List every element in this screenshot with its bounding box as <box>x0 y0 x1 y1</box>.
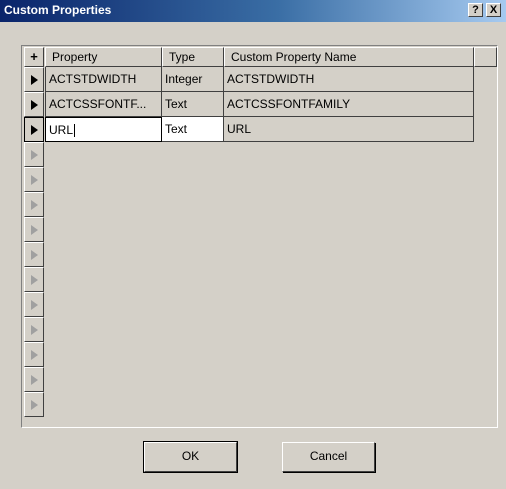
row-pointer-icon <box>31 150 38 160</box>
cancel-button[interactable]: Cancel <box>282 442 375 472</box>
dialog-titlebar: Custom Properties ? X <box>0 0 506 22</box>
row-pointer-icon <box>31 350 38 360</box>
cell-property-editing[interactable]: URL <box>45 117 162 142</box>
row-pointer-icon <box>31 175 38 185</box>
empty-row-selector[interactable] <box>24 267 44 292</box>
cell-custom-name[interactable]: URL <box>224 117 474 142</box>
cell-custom-name[interactable]: ACTSTDWIDTH <box>224 67 474 92</box>
ok-button[interactable]: OK <box>143 441 238 473</box>
empty-row-selector[interactable] <box>24 242 44 267</box>
column-header-filler <box>474 47 497 67</box>
cell-custom-name[interactable]: ACTCSSFONTFAMILY <box>224 92 474 117</box>
row-pointer-icon <box>31 125 38 135</box>
properties-grid: + Property Type Custom Property Name ACT… <box>24 47 497 427</box>
help-button[interactable]: ? <box>468 3 483 17</box>
empty-row-selector[interactable] <box>24 317 44 342</box>
cell-property-value: URL <box>49 123 74 137</box>
row-selector[interactable] <box>24 92 44 117</box>
row-pointer-icon <box>31 300 38 310</box>
column-header-custom-name[interactable]: Custom Property Name <box>224 47 474 67</box>
row-pointer-icon <box>31 225 38 235</box>
empty-row-selector[interactable] <box>24 217 44 242</box>
cell-property[interactable]: ACTCSSFONTF... <box>45 92 162 117</box>
empty-row-selector[interactable] <box>24 367 44 392</box>
dialog-title: Custom Properties <box>4 3 112 17</box>
row-selector[interactable] <box>24 67 44 92</box>
empty-row-selector[interactable] <box>24 292 44 317</box>
cell-type[interactable]: Text <box>162 92 224 117</box>
row-selector-current[interactable] <box>24 117 44 142</box>
add-row-button[interactable]: + <box>24 47 44 67</box>
column-header-type[interactable]: Type <box>162 47 224 67</box>
cell-type[interactable]: Text <box>162 117 224 142</box>
empty-row-selector[interactable] <box>24 392 44 417</box>
cell-type[interactable]: Integer <box>162 67 224 92</box>
row-pointer-icon <box>31 100 38 110</box>
row-pointer-icon <box>31 375 38 385</box>
empty-row-selector[interactable] <box>24 342 44 367</box>
row-header-column: + <box>24 47 44 427</box>
row-pointer-icon <box>31 75 38 85</box>
text-caret <box>74 124 76 138</box>
row-pointer-icon <box>31 400 38 410</box>
empty-row-selector[interactable] <box>24 192 44 217</box>
close-button[interactable]: X <box>486 3 501 17</box>
row-pointer-icon <box>31 200 38 210</box>
empty-row-selector[interactable] <box>24 142 44 167</box>
empty-row-selector[interactable] <box>24 167 44 192</box>
row-pointer-icon <box>31 275 38 285</box>
cell-property[interactable]: ACTSTDWIDTH <box>45 67 162 92</box>
row-pointer-icon <box>31 325 38 335</box>
row-pointer-icon <box>31 250 38 260</box>
column-header-property[interactable]: Property <box>45 47 162 67</box>
